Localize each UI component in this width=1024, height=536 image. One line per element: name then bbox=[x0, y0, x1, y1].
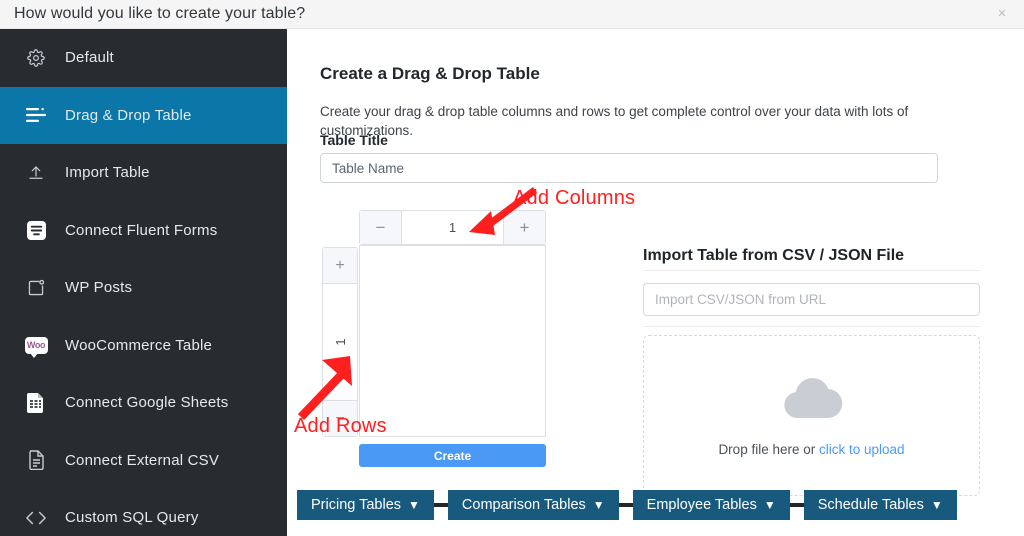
sidebar-item-label: Drag & Drop Table bbox=[65, 106, 192, 124]
modal-titlebar: How would you like to create your table?… bbox=[0, 0, 1024, 29]
column-count-value[interactable]: 1 bbox=[402, 211, 503, 244]
chevron-down-icon: ▼ bbox=[592, 498, 605, 512]
table-title-label: Table Title bbox=[320, 132, 388, 148]
category-connector bbox=[618, 503, 633, 507]
sidebar-item-label: Import Table bbox=[65, 164, 150, 182]
sidebar-item-wp-posts[interactable]: WP Posts bbox=[0, 259, 287, 317]
import-section-heading: Import Table from CSV / JSON File bbox=[643, 247, 905, 264]
import-divider-top bbox=[643, 270, 980, 271]
upload-link[interactable]: click to upload bbox=[819, 442, 905, 457]
category-button-comparison-tables[interactable]: Comparison Tables ▼ bbox=[447, 490, 619, 520]
sidebar-item-import-table[interactable]: Import Table bbox=[0, 144, 287, 202]
remove-row-button[interactable]: − bbox=[323, 400, 357, 436]
sidebar-item-connect-external-csv[interactable]: Connect External CSV bbox=[0, 432, 287, 490]
chevron-down-icon: ▼ bbox=[763, 498, 776, 512]
upload-icon bbox=[24, 161, 48, 185]
close-icon[interactable]: × bbox=[993, 5, 1011, 23]
remove-column-button[interactable]: − bbox=[360, 211, 402, 244]
category-button-label: Pricing Tables bbox=[311, 497, 402, 513]
category-connector bbox=[433, 503, 448, 507]
wp-posts-icon bbox=[24, 276, 48, 300]
csv-document-icon bbox=[24, 448, 48, 472]
sidebar-item-label: Connect External CSV bbox=[65, 451, 220, 469]
sidebar-item-label: Connect Google Sheets bbox=[65, 394, 229, 412]
category-connector bbox=[789, 503, 804, 507]
column-count-stepper: − 1 + bbox=[359, 210, 546, 245]
table-grid-canvas[interactable] bbox=[359, 245, 546, 437]
category-button-schedule-tables[interactable]: Schedule Tables ▼ bbox=[803, 490, 957, 520]
add-column-button[interactable]: + bbox=[503, 211, 545, 244]
sidebar-item-label: Default bbox=[65, 49, 114, 67]
category-button-bar: Pricing Tables ▼ Comparison Tables ▼ Emp… bbox=[0, 488, 1024, 522]
sidebar-item-connect-google-sheets[interactable]: Connect Google Sheets bbox=[0, 374, 287, 432]
category-button-label: Employee Tables bbox=[646, 497, 757, 513]
category-button-label: Comparison Tables bbox=[461, 497, 586, 513]
category-button-pricing-tables[interactable]: Pricing Tables ▼ bbox=[297, 490, 434, 520]
sidebar: Default Drag & Drop Table Import Table C… bbox=[0, 29, 287, 536]
import-divider-bottom bbox=[643, 326, 980, 327]
modal-title: How would you like to create your table? bbox=[14, 5, 306, 22]
page-title: Create a Drag & Drop Table bbox=[320, 64, 540, 83]
gear-icon bbox=[24, 46, 48, 70]
category-button-label: Schedule Tables bbox=[817, 497, 924, 513]
sidebar-item-connect-fluent-forms[interactable]: Connect Fluent Forms bbox=[0, 202, 287, 260]
chevron-down-icon: ▼ bbox=[930, 498, 943, 512]
sidebar-item-drag-drop-table[interactable]: Drag & Drop Table bbox=[0, 86, 287, 144]
dropzone-text: Drop file here or click to upload bbox=[718, 442, 904, 457]
sidebar-item-label: WooCommerce Table bbox=[65, 336, 213, 354]
page-description: Create your drag & drop table columns an… bbox=[320, 104, 909, 138]
row-count-stepper: + 1 − bbox=[322, 247, 358, 437]
sidebar-item-woocommerce-table[interactable]: Woo WooCommerce Table bbox=[0, 317, 287, 375]
cloud-upload-icon bbox=[781, 375, 843, 426]
table-title-input[interactable] bbox=[320, 153, 938, 183]
add-row-button[interactable]: + bbox=[323, 248, 357, 284]
create-table-modal: How would you like to create your table?… bbox=[0, 0, 1024, 536]
dropzone-static-text: Drop file here or bbox=[718, 441, 819, 457]
sidebar-item-label: WP Posts bbox=[65, 279, 133, 297]
drag-drop-list-icon bbox=[24, 103, 48, 127]
file-dropzone[interactable]: Drop file here or click to upload bbox=[643, 335, 980, 496]
sidebar-item-default[interactable]: Default bbox=[0, 29, 287, 87]
fluent-forms-icon bbox=[24, 218, 48, 242]
google-sheets-icon bbox=[24, 391, 48, 415]
chevron-down-icon: ▼ bbox=[408, 498, 420, 512]
category-button-employee-tables[interactable]: Employee Tables ▼ bbox=[632, 490, 790, 520]
import-url-input[interactable] bbox=[643, 283, 980, 316]
sidebar-item-label: Connect Fluent Forms bbox=[65, 221, 218, 239]
woocommerce-icon: Woo bbox=[24, 333, 48, 358]
create-button[interactable]: Create bbox=[359, 444, 546, 467]
